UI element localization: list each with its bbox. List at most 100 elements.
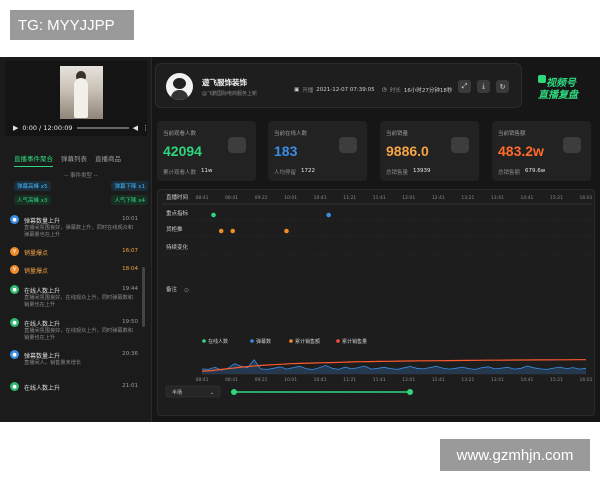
info-icon: ⊙ — [184, 287, 189, 294]
brand-logo: 视频号 直播复盘 — [538, 70, 594, 102]
danmaku-icon: ● — [10, 215, 19, 224]
logo-mark-icon — [538, 75, 546, 83]
range-label: 半场 — [172, 389, 182, 396]
duration-label: 时长 — [389, 88, 401, 94]
row-label: 货柜推 — [166, 225, 183, 233]
stat-sub-value: 1722 — [301, 168, 316, 174]
stat-value: 42094 — [163, 143, 202, 159]
video-time: 0:00 / 12:00:09 — [22, 124, 73, 132]
start-time: ▣ 开播 2021-12-07 07:39:05 — [294, 86, 375, 94]
coins-icon — [563, 137, 581, 153]
x-tick-label: 15:21 — [550, 195, 563, 201]
download-icon[interactable]: ⤓ — [477, 80, 490, 93]
stat-value: 9886.0 — [386, 143, 429, 159]
users-icon: ● — [10, 318, 19, 327]
users-icon: ● — [10, 285, 19, 294]
room-title: 遊飞服饰装饰 — [202, 78, 247, 87]
legend-swatch — [250, 339, 254, 343]
x-tick-label-bottom: 12:41 — [432, 377, 445, 383]
key-marker-blue — [326, 212, 332, 218]
event-description: 直播间氛围良好，在线观众上升，同时弹幕数和销量也在上升 — [24, 328, 133, 341]
event-title: 在线人数上升 — [24, 288, 61, 295]
users-icon — [228, 137, 246, 153]
video-thumbnail — [60, 66, 103, 119]
header-actions: ⤢ ⤓ ↻ — [458, 80, 509, 93]
x-tick-label: 16:01 — [580, 195, 593, 201]
stat-sub-label: 人均停留 — [274, 170, 297, 176]
start-label: 开播 — [302, 88, 314, 94]
left-tabs: 直播事件聚合 弹幕列表 直播商品 — [14, 153, 148, 167]
range-handle-left — [231, 389, 237, 395]
avatar-body — [171, 90, 188, 100]
legend-label: 在线人数 — [208, 338, 228, 345]
chip-popularity-drop[interactable]: 人气下降 x4 — [111, 195, 148, 205]
event-description: 直播间人，销售量未增长 — [24, 360, 82, 366]
x-tick-label-bottom: 10:41 — [314, 377, 327, 383]
timeline-chart[interactable]: 直播时间重点指标货柜推持续变化备注 ⊙ 08:41 08:41 08:41 08:41 09… — [158, 190, 596, 417]
event-chips-row-1: 弹幕高峰 x5 弹幕下降 x1 — [14, 181, 148, 191]
legend-swatch — [202, 339, 206, 343]
tab-products[interactable]: 直播商品 — [95, 153, 121, 167]
video-controls: ▶ 0:00 / 12:00:09 ◀ ⋮ — [13, 122, 149, 134]
clock-icon: ◷ — [382, 87, 387, 93]
legend-label: 累计销售额 — [295, 338, 320, 345]
x-tick-label-bottom: 13:41 — [491, 377, 504, 383]
thumbnail-figure — [74, 78, 88, 118]
x-tick-label: 13:41 — [491, 195, 504, 201]
video-progress-bar[interactable] — [76, 127, 129, 129]
chip-danmaku-drop[interactable]: 弹幕下降 x1 — [111, 181, 148, 191]
watermark-top: TG: MYYJJPP — [10, 10, 134, 40]
x-tick-label: 14:41 — [520, 195, 533, 201]
legend-swatch — [336, 339, 340, 343]
stat-sub-value: 13939 — [413, 168, 431, 174]
stat-sub-label: 总销售量 — [386, 170, 409, 176]
event-description: 直播间氛围良好，弹幕数上升，同时在线观众和弹幕量也在上升 — [24, 225, 133, 238]
x-tick-label-bottom: 12:01 — [402, 377, 415, 383]
stat-card-online: 当前在线人数 183 人均停留 1722 — [268, 121, 367, 181]
legend-swatch — [289, 339, 293, 343]
video-player[interactable]: ▶ 0:00 / 12:00:09 ◀ ⋮ — [5, 61, 149, 136]
cart-marker — [230, 228, 236, 234]
user-icon — [339, 137, 357, 153]
x-tick-label: 11:21 — [343, 195, 356, 201]
chip-popularity-peak[interactable]: 人气高峰 x3 — [14, 195, 51, 205]
x-tick-label-bottom: 16:01 — [580, 377, 593, 383]
x-tick-label: 11:41 — [373, 195, 386, 201]
play-icon[interactable]: ▶ — [13, 124, 18, 132]
chip-danmaku-peak[interactable]: 弹幕高峰 x5 — [14, 181, 51, 191]
stat-value: 183 — [274, 143, 298, 159]
x-tick-label-bottom: 10:01 — [284, 377, 297, 383]
key-marker-green — [211, 212, 216, 218]
stat-label: 当前观看人数 — [163, 131, 197, 137]
sales-icon: ¥ — [10, 265, 19, 274]
cart-marker — [218, 228, 224, 234]
x-tick-label: 10:41 — [314, 195, 327, 201]
event-title: 销量爆点 — [24, 268, 49, 275]
event-type-heading: -- 事件类型 -- — [64, 173, 98, 179]
x-tick-label: 13:21 — [461, 195, 474, 201]
x-tick-label-bottom: 11:41 — [373, 377, 386, 383]
event-time: 19:50 — [122, 319, 138, 325]
x-tick-label-bottom: 08:41 — [196, 377, 209, 383]
stat-sub: 总销售量 13939 — [386, 168, 431, 176]
danmaku-icon: ● — [10, 350, 19, 359]
stat-label: 当前销量 — [386, 131, 409, 137]
stat-sub: 人均停留 1722 — [274, 168, 315, 176]
stat-value: 483.2w — [498, 143, 544, 159]
legend-label: 弹幕数 — [256, 338, 271, 345]
row-label: 直播时间 — [166, 193, 188, 201]
expand-icon[interactable]: ⤢ — [458, 80, 471, 93]
stat-sub-value: 679.6w — [525, 168, 546, 174]
stat-label: 当前在线人数 — [274, 131, 308, 137]
tab-events[interactable]: 直播事件聚合 — [14, 153, 53, 167]
share-icon[interactable]: ↻ — [496, 80, 509, 93]
event-time: 10:01 — [122, 216, 138, 222]
duration: ◷ 时长 16小时27分钟18秒 — [382, 86, 452, 94]
more-icon[interactable]: ⋮ — [142, 124, 149, 132]
x-tick-label-bottom: 11:21 — [343, 377, 356, 383]
tab-danmaku[interactable]: 弹幕列表 — [61, 153, 87, 167]
legend-label: 累计销售量 — [342, 338, 367, 345]
x-tick-label: 08:41 — [225, 195, 238, 201]
event-list-scrollbar[interactable] — [142, 267, 145, 327]
volume-icon[interactable]: ◀ — [133, 124, 138, 132]
